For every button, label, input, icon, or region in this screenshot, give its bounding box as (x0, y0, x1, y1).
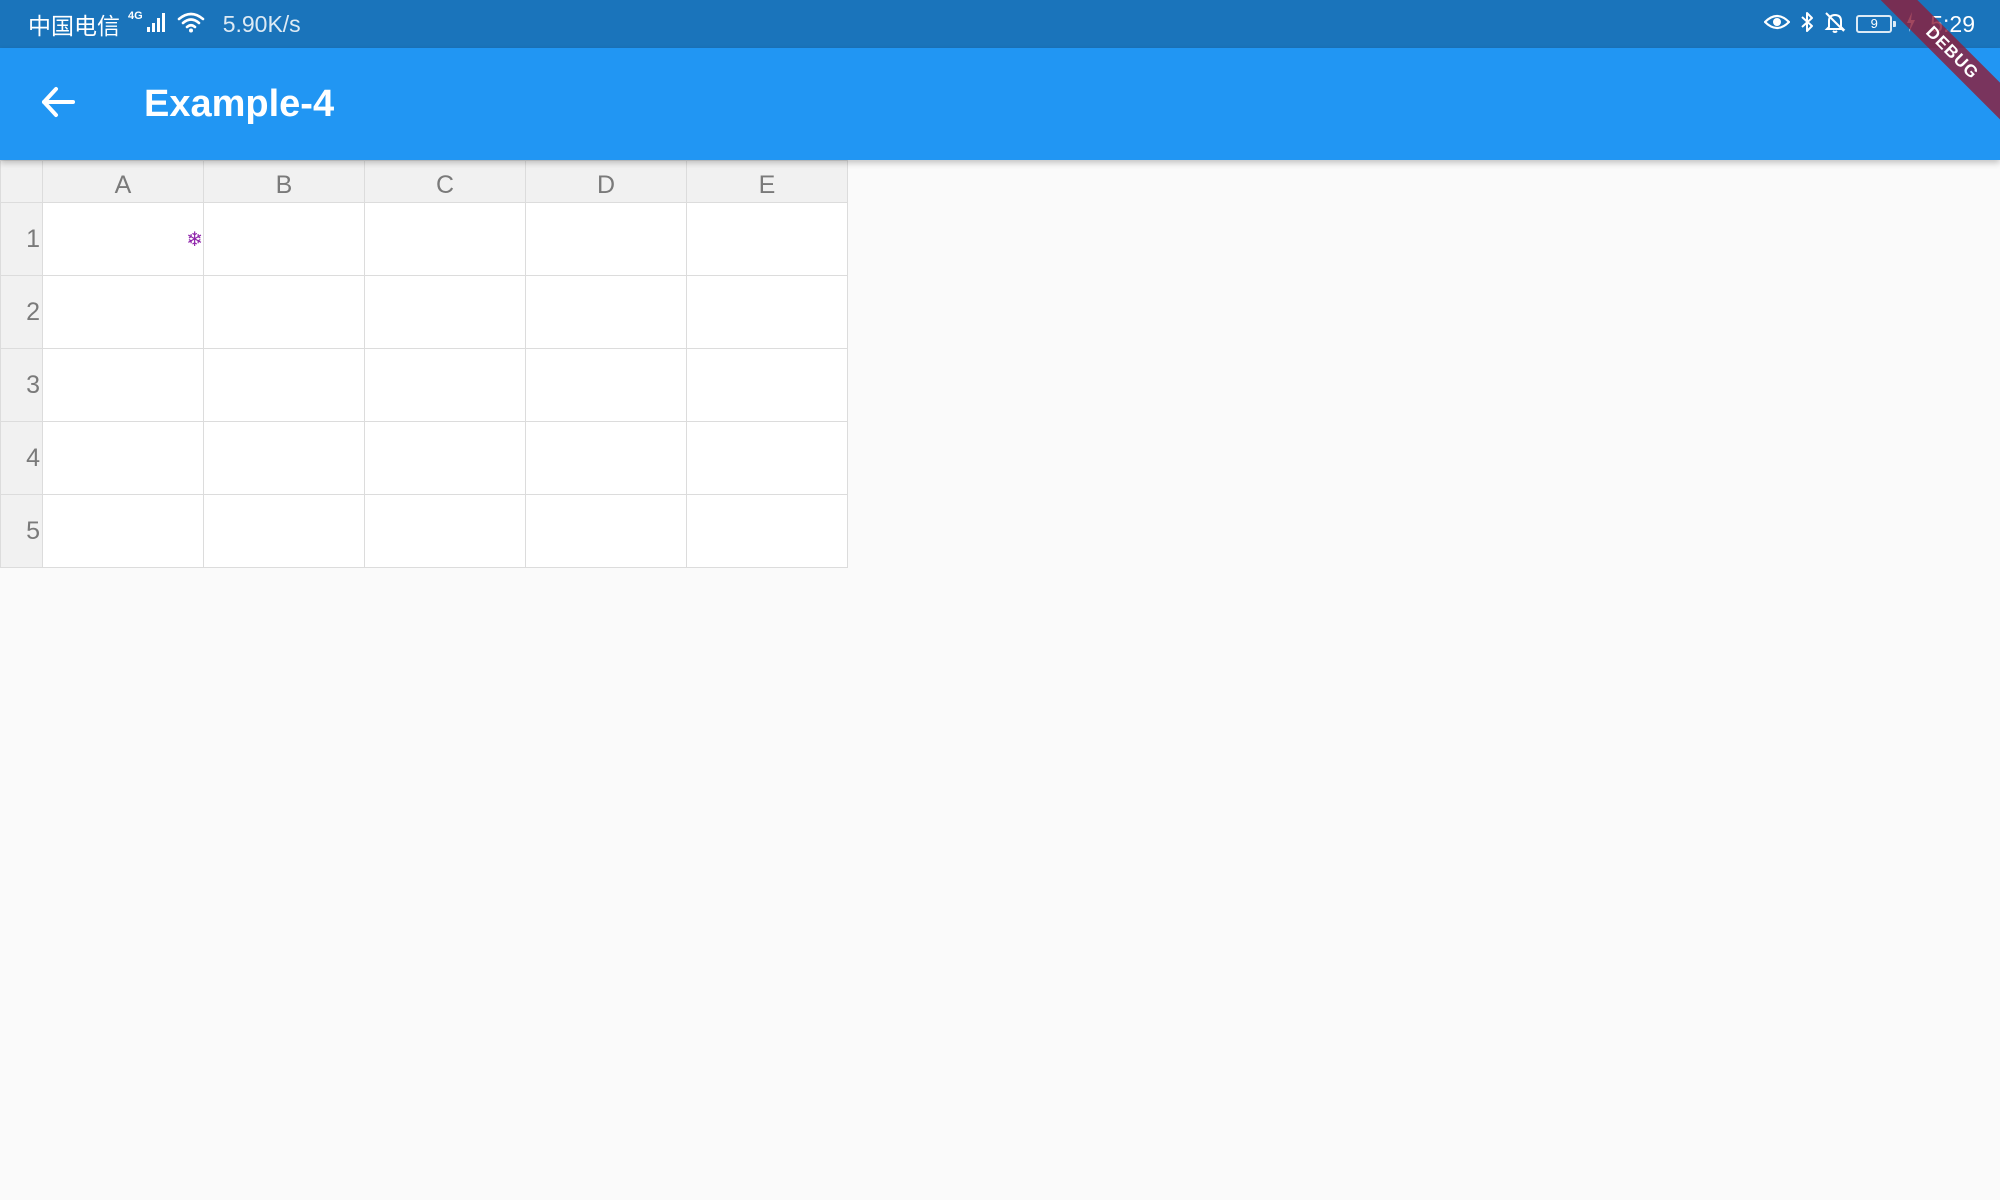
row-header-1[interactable]: 1 (0, 202, 43, 276)
cell-c1[interactable] (364, 202, 526, 276)
row-header-5[interactable]: 5 (0, 494, 43, 568)
column-header-b[interactable]: B (203, 160, 365, 203)
cell-b3[interactable] (203, 348, 365, 422)
battery-icon: 9 (1856, 15, 1897, 33)
row-header-3[interactable]: 3 (0, 348, 43, 422)
back-button[interactable] (26, 72, 90, 136)
cell-e1[interactable] (686, 202, 848, 276)
cell-d2[interactable] (525, 275, 687, 349)
bell-off-icon (1824, 11, 1846, 38)
spreadsheet-grid: A B C D E 1 ❄ 2 3 4 5 (0, 160, 848, 568)
cell-a1[interactable]: ❄ (42, 202, 204, 276)
column-header-a[interactable]: A (42, 160, 204, 203)
cell-e2[interactable] (686, 275, 848, 349)
status-bar-left: 中国电信 4G 5.90K/s (28, 0, 301, 48)
page-title: Example-4 (144, 83, 335, 125)
cell-c3[interactable] (364, 348, 526, 422)
cell-e4[interactable] (686, 421, 848, 495)
cell-b1[interactable] (203, 202, 365, 276)
snowflake-icon: ❄ (186, 227, 203, 251)
cell-d5[interactable] (525, 494, 687, 568)
table-row: 1 ❄ (0, 202, 848, 276)
wifi-icon (177, 11, 205, 38)
cell-e5[interactable] (686, 494, 848, 568)
carrier-name: 中国电信 (28, 14, 120, 40)
cell-e3[interactable] (686, 348, 848, 422)
cell-d1[interactable] (525, 202, 687, 276)
cell-a2[interactable] (42, 275, 204, 349)
column-header-d[interactable]: D (525, 160, 687, 203)
row-header-2[interactable]: 2 (0, 275, 43, 349)
status-bar-right: 9 5:29 (1763, 0, 1975, 48)
cell-c5[interactable] (364, 494, 526, 568)
spreadsheet: A B C D E 1 ❄ 2 3 4 5 (0, 160, 848, 568)
app-bar: Example-4 (0, 48, 2000, 160)
column-header-c[interactable]: C (364, 160, 526, 203)
table-row: 3 (0, 348, 848, 422)
charging-icon (1906, 11, 1916, 37)
table-row: 5 (0, 494, 848, 568)
cell-b2[interactable] (203, 275, 365, 349)
status-bar: 中国电信 4G 5.90K/s 9 5:29 (0, 0, 2000, 48)
cell-b4[interactable] (203, 421, 365, 495)
cell-a4[interactable] (42, 421, 204, 495)
cell-b5[interactable] (203, 494, 365, 568)
status-time: 5:29 (1930, 10, 1975, 37)
table-row: 2 (0, 275, 848, 349)
signal-icon (146, 12, 169, 37)
cell-c4[interactable] (364, 421, 526, 495)
corner-cell (0, 160, 43, 203)
row-header-4[interactable]: 4 (0, 421, 43, 495)
cell-d3[interactable] (525, 348, 687, 422)
column-header-e[interactable]: E (686, 160, 848, 203)
table-row: 4 (0, 421, 848, 495)
cell-c2[interactable] (364, 275, 526, 349)
eye-icon (1763, 13, 1791, 36)
arrow-back-icon (40, 84, 76, 125)
cell-a3[interactable] (42, 348, 204, 422)
cell-a5[interactable] (42, 494, 204, 568)
network-type-label: 4G (128, 10, 143, 22)
column-header-row: A B C D E (0, 160, 848, 203)
bluetooth-icon (1800, 11, 1814, 38)
network-speed: 5.90K/s (222, 10, 301, 37)
cell-d4[interactable] (525, 421, 687, 495)
